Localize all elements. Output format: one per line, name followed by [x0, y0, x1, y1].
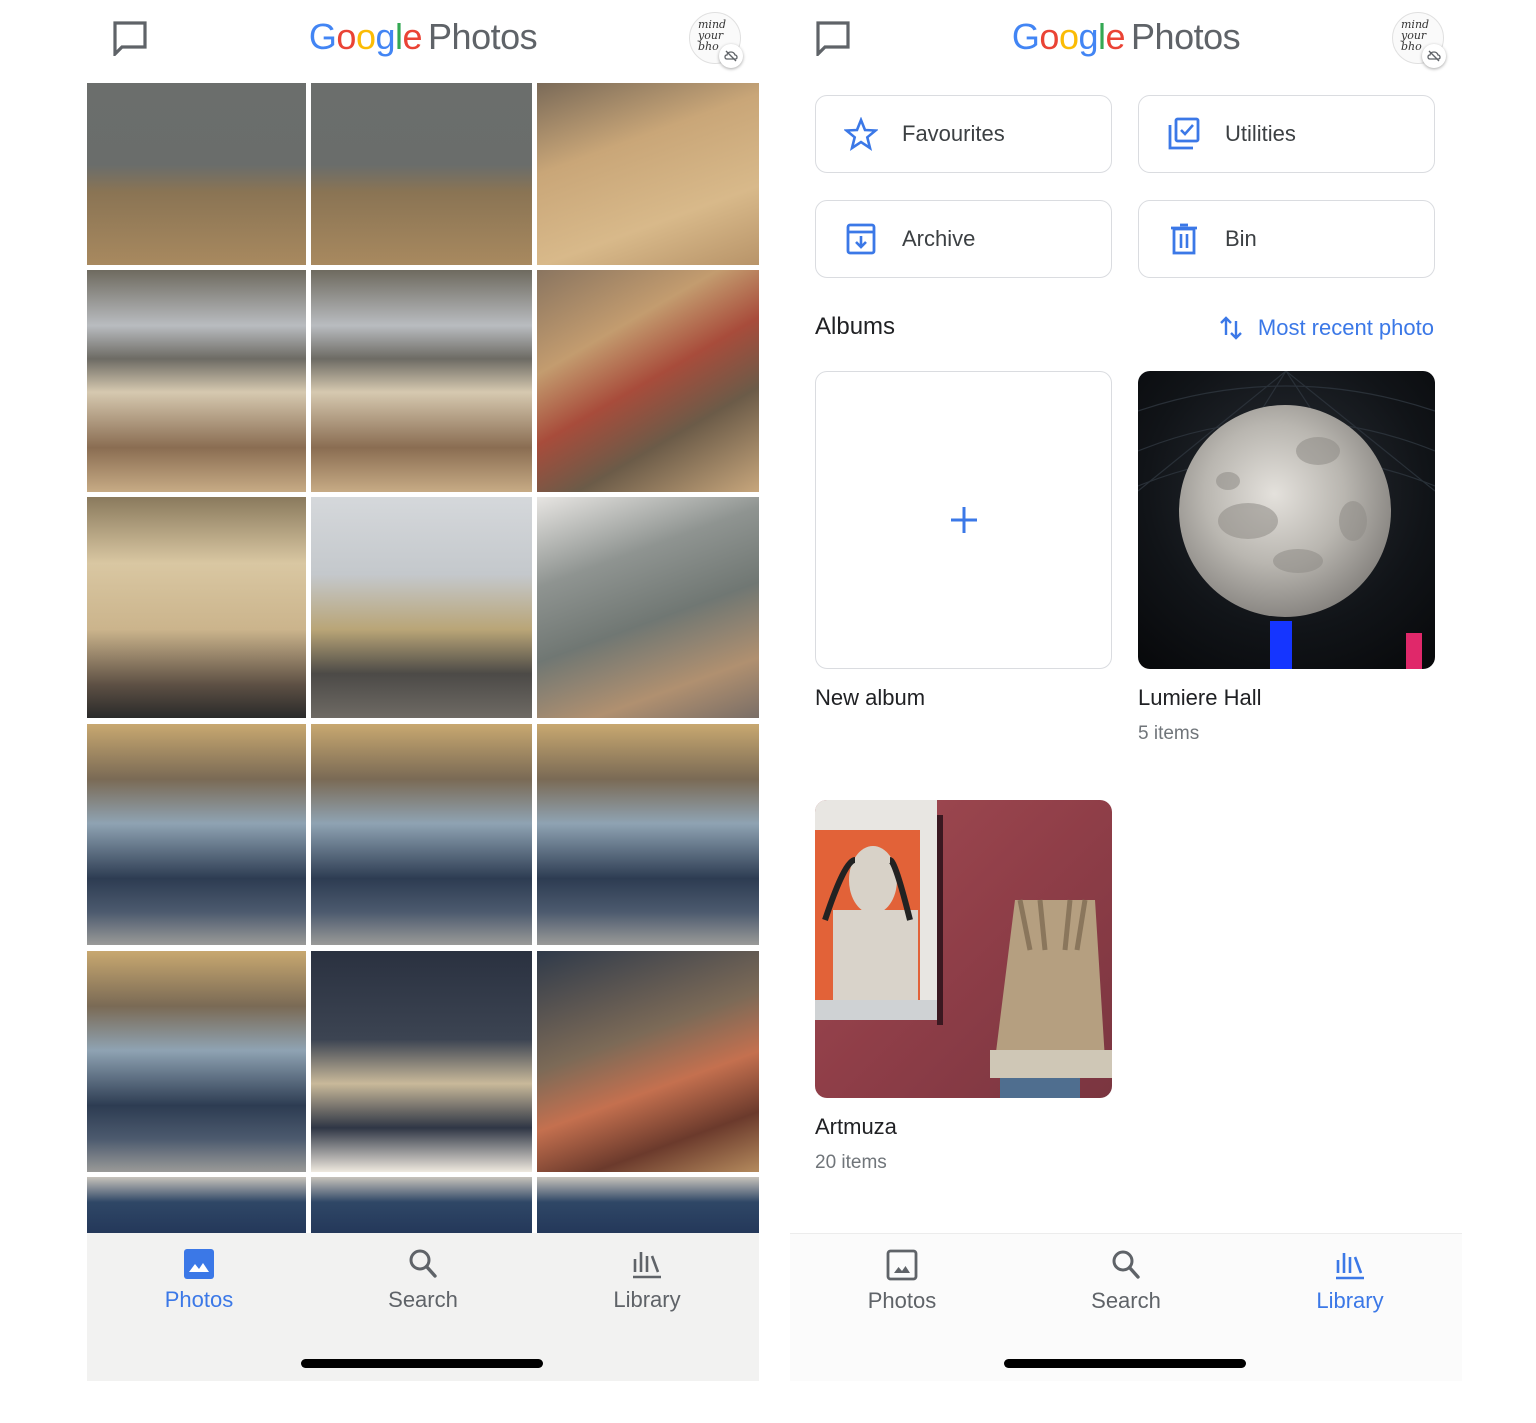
new-album-tile[interactable]	[815, 371, 1112, 669]
nav-label: Photos	[164, 1287, 234, 1312]
sort-label: Most recent photo	[1257, 315, 1434, 340]
nav-library[interactable]: Library	[1238, 1234, 1462, 1381]
logo-letter: e	[402, 16, 423, 57]
photo-thumbnail[interactable]	[537, 951, 759, 1172]
album-artmuza[interactable]: Artmuza 20 items	[815, 800, 1112, 1174]
sort-arrows-icon	[1220, 316, 1242, 340]
album-cover[interactable]	[1138, 371, 1435, 669]
photo-thumbnail[interactable]	[537, 724, 759, 945]
album-lumiere-hall[interactable]: Lumiere Hall 5 items	[1138, 371, 1435, 745]
photo-thumbnail[interactable]	[87, 83, 306, 265]
photo-icon	[886, 1249, 918, 1281]
nav-library[interactable]: Library	[535, 1233, 759, 1381]
library-icon	[633, 1252, 661, 1279]
photo-thumbnail[interactable]	[87, 270, 306, 492]
trash-icon	[1171, 223, 1197, 255]
button-label: Utilities	[1225, 121, 1296, 146]
utilities-icon	[1168, 117, 1200, 150]
photo-thumbnail[interactable]	[87, 497, 306, 718]
google-photos-logo: Google Photos	[790, 14, 1462, 60]
logo-letter: G	[1011, 16, 1040, 57]
button-label: Archive	[902, 226, 976, 251]
photo-thumbnail[interactable]	[87, 951, 306, 1172]
album-name: Lumiere Hall	[1138, 685, 1262, 710]
nav-label: Library	[1316, 1288, 1384, 1313]
moon-photo	[1138, 371, 1435, 669]
logo-letter: e	[1105, 16, 1126, 57]
photo-thumbnail[interactable]	[537, 83, 759, 265]
home-indicator[interactable]	[1004, 1359, 1246, 1368]
album-name: Artmuza	[815, 1114, 897, 1139]
photo-thumbnail[interactable]	[311, 270, 532, 492]
nav-photos[interactable]: Photos	[790, 1234, 1014, 1381]
library-screen: Google Photos mind your bho Favourites Ut…	[790, 0, 1462, 1381]
google-photos-logo: Google Photos	[87, 14, 759, 60]
nav-label: Photos	[867, 1288, 937, 1313]
home-indicator[interactable]	[301, 1359, 543, 1368]
search-icon	[1112, 1250, 1140, 1279]
logo-letter: g	[1078, 16, 1098, 57]
photo-grid	[87, 83, 759, 1233]
logo-letter: o	[1039, 16, 1059, 57]
button-label: Bin	[1225, 226, 1257, 251]
plus-icon	[950, 507, 977, 533]
library-icon	[1336, 1253, 1364, 1280]
product-name: Photos	[1131, 16, 1241, 57]
top-app-bar: Google Photos mind your bho	[87, 0, 759, 83]
artwork-photo	[815, 800, 1112, 1098]
archive-icon	[846, 223, 876, 255]
album-new[interactable]: New album	[815, 371, 1112, 711]
logo-letter: o	[1058, 16, 1079, 57]
photo-thumbnail[interactable]	[311, 724, 532, 945]
utilities-button[interactable]: Utilities	[1138, 95, 1435, 173]
logo-letter: o	[336, 16, 356, 57]
photo-thumbnail[interactable]	[311, 951, 532, 1172]
backup-off-badge	[719, 44, 743, 68]
sort-albums-button[interactable]: Most recent photo	[1218, 313, 1434, 343]
photo-thumbnail[interactable]	[537, 270, 759, 492]
logo-letter: g	[375, 16, 395, 57]
cloud-off-icon	[1427, 50, 1441, 62]
archive-button[interactable]: Archive	[815, 200, 1112, 278]
photo-thumbnail[interactable]	[311, 1177, 532, 1233]
top-app-bar: Google Photos mind your bho	[790, 0, 1462, 83]
photo-thumbnail[interactable]	[311, 497, 532, 718]
album-item-count: 20 items	[815, 1152, 887, 1173]
bin-button[interactable]: Bin	[1138, 200, 1435, 278]
star-icon	[844, 117, 878, 151]
cloud-off-icon	[724, 50, 738, 62]
photo-thumbnail[interactable]	[537, 497, 759, 718]
favourites-button[interactable]: Favourites	[815, 95, 1112, 173]
logo-letter: G	[308, 16, 337, 57]
album-item-count: 5 items	[1138, 723, 1200, 744]
photo-icon	[184, 1249, 214, 1279]
logo-letter: o	[355, 16, 376, 57]
photo-thumbnail[interactable]	[87, 724, 306, 945]
product-name: Photos	[428, 16, 538, 57]
button-label: Favourites	[902, 121, 1005, 146]
photo-thumbnail[interactable]	[87, 1177, 306, 1233]
album-cover[interactable]	[815, 800, 1112, 1098]
photo-thumbnail[interactable]	[537, 1177, 759, 1233]
logo-letter: l	[1098, 16, 1106, 57]
logo-letter: l	[395, 16, 403, 57]
photo-thumbnail[interactable]	[311, 83, 532, 265]
backup-off-badge	[1422, 44, 1446, 68]
nav-photos[interactable]: Photos	[87, 1233, 311, 1381]
album-name: New album	[815, 685, 926, 710]
photos-screen: Google Photos mind your bho Photos Searc…	[87, 0, 759, 1381]
nav-label: Library	[613, 1287, 681, 1312]
search-icon	[409, 1249, 437, 1278]
albums-heading: Albums	[815, 313, 896, 340]
nav-label: Search	[1091, 1288, 1161, 1313]
nav-label: Search	[388, 1287, 458, 1312]
